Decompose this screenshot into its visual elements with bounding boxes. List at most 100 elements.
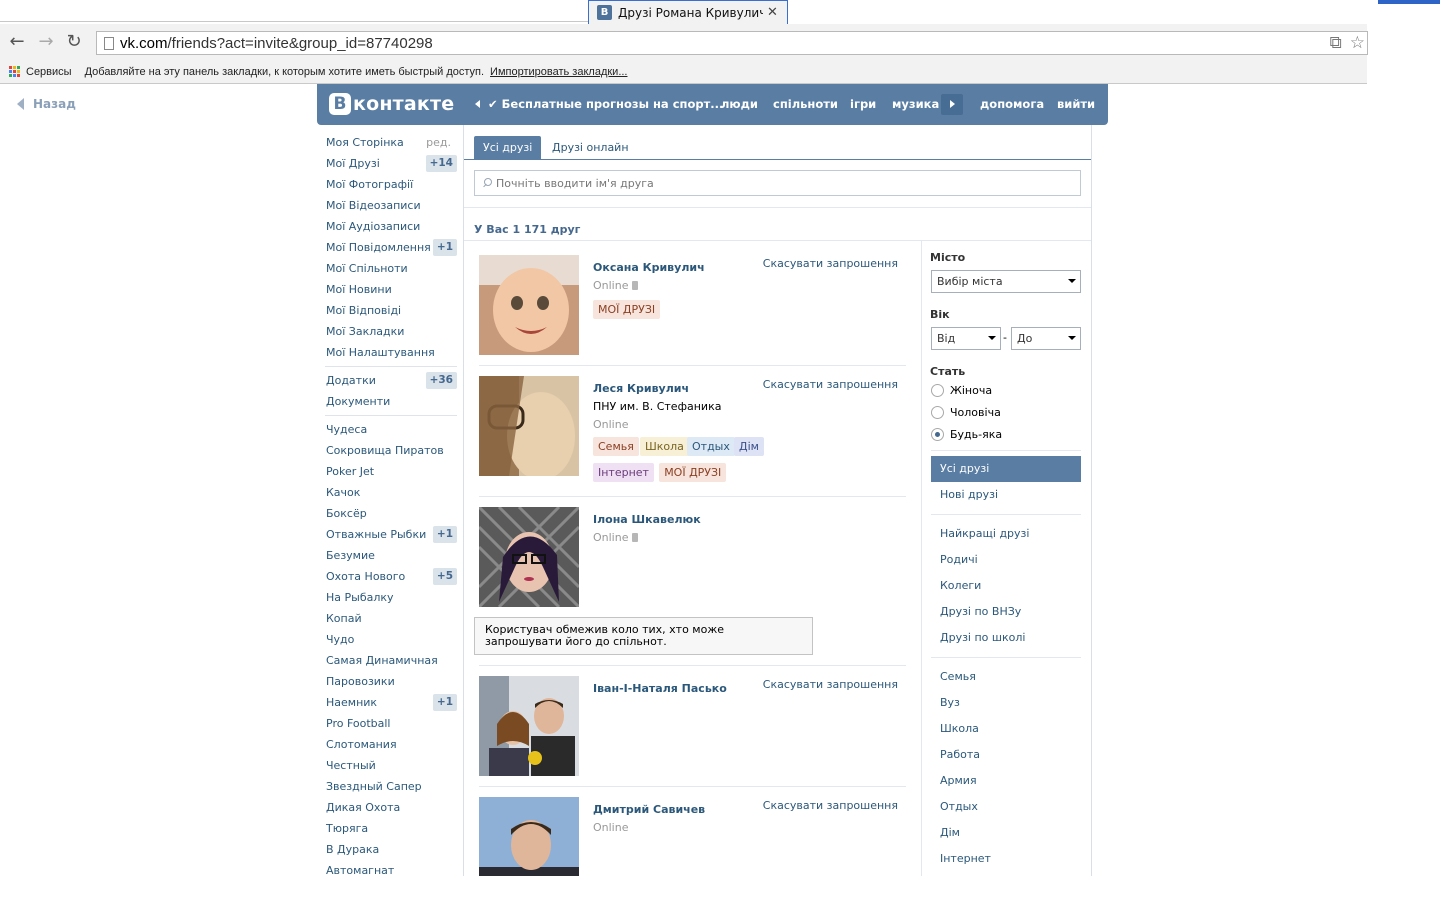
friend-list-link[interactable]: Родичі — [931, 547, 1081, 573]
friend-list-link[interactable]: Дім — [931, 820, 1081, 846]
bookmark-services[interactable]: Сервисы — [26, 66, 72, 78]
left-menu-item[interactable]: Pro Football — [317, 713, 459, 734]
age-from-select[interactable]: Від — [931, 327, 1001, 350]
header-nav-people[interactable]: люди — [721, 97, 758, 111]
friend-list-tag[interactable]: МОЇ ДРУЗІ — [659, 463, 727, 482]
cancel-invite-link[interactable]: Скасувати запрошення — [763, 257, 898, 270]
left-menu-item[interactable]: Охота Нового +5 — [317, 566, 459, 587]
left-menu-item[interactable]: Тюряга — [317, 818, 459, 839]
age-to-select[interactable]: До — [1011, 327, 1081, 350]
friend-avatar[interactable] — [479, 255, 579, 355]
address-bar[interactable]: vk.com/friends?act=invite&group_id=87740… — [96, 31, 1368, 55]
left-menu-item[interactable]: Мої Налаштування — [317, 342, 459, 363]
header-nav-help[interactable]: допомога — [980, 97, 1044, 111]
apps-grid-icon[interactable] — [9, 66, 20, 77]
friend-list-tag[interactable]: Дім — [734, 437, 764, 456]
friend-list-tag[interactable]: Школа — [640, 437, 689, 456]
header-nav-music[interactable]: музика — [892, 97, 939, 111]
vk-logo[interactable]: В контакте — [329, 93, 454, 115]
left-menu-item[interactable]: Додатки +36 — [317, 370, 459, 391]
address-url[interactable]: vk.com/friends?act=invite&group_id=87740… — [120, 35, 433, 52]
friend-avatar[interactable] — [479, 376, 579, 476]
left-menu-item[interactable]: Мої Спільноти — [317, 258, 459, 279]
tab-all-friends[interactable]: Усі друзі — [474, 136, 542, 160]
left-menu-item[interactable]: Чудеса — [317, 419, 459, 440]
edit-menu-link[interactable]: ред. — [426, 132, 451, 153]
friend-list-link[interactable]: Армия — [931, 768, 1081, 794]
friend-list-link[interactable]: Нові друзі — [931, 482, 1081, 508]
counter-badge[interactable]: +14 — [425, 155, 457, 172]
left-menu-item[interactable]: Моя Сторінка ред. — [317, 132, 459, 153]
left-menu-item[interactable]: Копай — [317, 608, 459, 629]
left-menu-item[interactable]: Мої Відеозаписи — [317, 195, 459, 216]
friend-list-link[interactable]: Семья — [931, 664, 1081, 690]
left-menu-item[interactable]: Мої Фотографії — [317, 174, 459, 195]
header-nav-communities[interactable]: спільноти — [773, 97, 838, 111]
left-menu-item[interactable]: Звездный Сапер — [317, 776, 459, 797]
friend-list-tag[interactable]: Семья — [593, 437, 639, 456]
friend-name[interactable]: Леся Кривулич — [593, 382, 689, 395]
counter-badge[interactable]: +1 — [432, 239, 457, 256]
header-nav-logout[interactable]: вийти — [1057, 97, 1095, 111]
friend-list-link[interactable]: Колеги — [931, 573, 1081, 599]
friend-list-link[interactable]: Работа — [931, 742, 1081, 768]
friend-name[interactable]: Оксана Кривулич — [593, 261, 705, 274]
cancel-invite-link[interactable]: Скасувати запрошення — [763, 678, 898, 691]
browser-tab-active[interactable]: В Друзі Романа Кривулича | ✕ — [588, 0, 788, 24]
left-menu-item[interactable]: Наемник +1 — [317, 692, 459, 713]
left-menu-item[interactable]: Боксёр — [317, 503, 459, 524]
friend-name[interactable]: Ілона Шкавелюк — [593, 513, 701, 526]
left-menu-item[interactable]: На Рыбалку — [317, 587, 459, 608]
left-menu-item[interactable]: Отважные Рыбки +1 — [317, 524, 459, 545]
counter-badge[interactable]: +1 — [432, 694, 457, 711]
cancel-invite-link[interactable]: Скасувати запрошення — [763, 378, 898, 391]
bookmark-star-icon[interactable]: ☆ — [1350, 33, 1365, 53]
reload-icon[interactable]: ↻ — [64, 32, 84, 52]
sex-radio-option[interactable]: Будь-яка — [931, 428, 1002, 441]
radio-button[interactable] — [931, 384, 944, 397]
left-menu-item[interactable]: В Дурака — [317, 839, 459, 860]
friend-avatar[interactable] — [479, 676, 579, 776]
sex-radio-option[interactable]: Жіноча — [931, 384, 992, 397]
forward-arrow-icon[interactable]: → — [36, 32, 56, 52]
tab-close-icon[interactable]: ✕ — [767, 5, 778, 20]
friend-list-link[interactable]: Школа — [931, 716, 1081, 742]
left-menu-item[interactable]: Автомагнат — [317, 860, 459, 881]
translate-icon[interactable]: ⧉ — [1330, 33, 1342, 53]
back-link[interactable]: Назад — [17, 97, 76, 111]
city-select[interactable]: Вибір міста — [931, 270, 1081, 293]
friend-list-tag[interactable]: МОЇ ДРУЗІ — [593, 300, 661, 319]
left-menu-item[interactable]: Документи — [317, 391, 459, 412]
friend-list-link[interactable]: Друзі по ВНЗу — [931, 599, 1081, 625]
promo-prev-arrow-icon[interactable] — [475, 100, 480, 108]
left-menu-item[interactable]: Паровозики — [317, 671, 459, 692]
header-promo-link[interactable]: ✔ Бесплатные прогнозы на спорт... — [488, 97, 723, 111]
left-menu-item[interactable]: Сокровища Пиратов — [317, 440, 459, 461]
friend-list-link[interactable]: Усі друзі — [931, 456, 1081, 482]
header-more-arrow-icon[interactable] — [941, 94, 963, 115]
friend-list-link[interactable]: Друзі по школі — [931, 625, 1081, 651]
left-menu-item[interactable]: Честный — [317, 755, 459, 776]
radio-button[interactable] — [931, 406, 944, 419]
left-menu-item[interactable]: Безумие — [317, 545, 459, 566]
import-bookmarks-link[interactable]: Импортировать закладки... — [490, 66, 627, 78]
left-menu-item[interactable]: Мої Аудіозаписи — [317, 216, 459, 237]
header-nav-games[interactable]: ігри — [850, 97, 876, 111]
left-menu-item[interactable]: Мої Відповіді — [317, 300, 459, 321]
friend-list-link[interactable]: Інтернет — [931, 846, 1081, 872]
left-menu-item[interactable]: Мої Закладки — [317, 321, 459, 342]
friend-search-box[interactable] — [474, 170, 1081, 196]
counter-badge[interactable]: +5 — [432, 568, 457, 585]
radio-button[interactable] — [931, 428, 944, 441]
left-menu-item[interactable]: Мої Друзі +14 — [317, 153, 459, 174]
left-menu-item[interactable]: Мої Новини — [317, 279, 459, 300]
friend-avatar[interactable] — [479, 797, 579, 876]
counter-badge[interactable]: +36 — [425, 372, 457, 389]
friend-list-link[interactable]: Найкращі друзі — [931, 521, 1081, 547]
left-menu-item[interactable]: Чудо — [317, 629, 459, 650]
friend-list-tag[interactable]: Інтернет — [593, 463, 654, 482]
friend-list-link[interactable]: Отдых — [931, 794, 1081, 820]
left-menu-item[interactable]: Слотомания — [317, 734, 459, 755]
sex-radio-option[interactable]: Чоловіча — [931, 406, 1001, 419]
cancel-invite-link[interactable]: Скасувати запрошення — [763, 799, 898, 812]
